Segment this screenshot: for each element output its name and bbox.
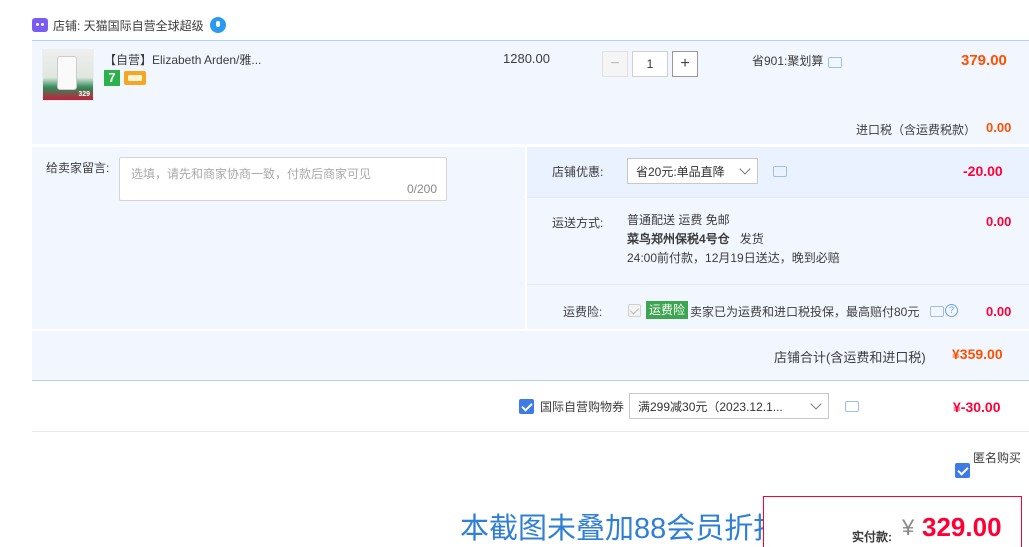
quantity-input[interactable]: 1: [632, 51, 668, 77]
coupon-selected: 满299减30元（2023.12.1...: [638, 399, 783, 414]
shop-subtotal-label: 店铺合计(含运费和进口税): [774, 350, 926, 365]
quantity-decrease-button[interactable]: −: [602, 51, 628, 77]
delivery-promise: 24:00前付款，12月19日送达，晚到必赔: [627, 251, 840, 265]
product-bottle-image: [57, 56, 77, 90]
coupon-checkbox[interactable]: [519, 399, 534, 414]
product-thumbnail[interactable]: 329: [42, 49, 94, 101]
quantity-stepper: − 1 +: [602, 51, 698, 77]
payment-currency: ¥: [902, 515, 915, 540]
anonymous-checkbox[interactable]: [955, 463, 970, 478]
coupon-label: 国际自营购物券: [540, 400, 625, 414]
shop-name[interactable]: 店铺: 天猫国际自营全球超级: [53, 17, 204, 34]
coupon-value: ¥-30.00: [953, 399, 1001, 415]
shipping-fee-value: 0.00: [986, 214, 1012, 229]
seven-day-return-badge: 7: [104, 70, 120, 86]
coupon-select[interactable]: 满299减30元（2023.12.1...: [629, 393, 829, 419]
watermark-note: 本截图未叠加88会员折扣: [460, 513, 783, 545]
insurance-label: 运费险:: [563, 305, 603, 319]
thumbnail-price: 329: [78, 91, 90, 98]
card-payment-icon: [124, 71, 146, 85]
message-label: 给卖家留言:: [46, 161, 110, 175]
shipping-method: 普通配送 运费 免邮: [627, 213, 730, 227]
help-icon[interactable]: ?: [945, 304, 958, 317]
message-placeholder: 选填，请先和商家协商一致，付款后商家可见: [131, 167, 372, 181]
shipping-details: 普通配送 运费 免邮 菜鸟郑州保税4号仓 发货 24:00前付款，12月19日送…: [627, 211, 840, 268]
import-tax-value: 0.00: [986, 120, 1012, 135]
insurance-checkbox[interactable]: [628, 304, 641, 317]
unit-price: 1280.00: [503, 51, 550, 66]
quantity-increase-button[interactable]: +: [672, 51, 698, 77]
chat-icon[interactable]: [773, 166, 787, 177]
chevron-down-icon: [739, 163, 751, 175]
chevron-down-icon: [810, 398, 822, 410]
promotion-saving: 省901:聚划算: [752, 52, 843, 69]
shop-discount-value: -20.00: [963, 163, 1003, 179]
import-tax-label: 进口税（含运费税款）: [856, 123, 977, 137]
shop-icon: [32, 18, 48, 32]
shipping-label: 运送方式:: [552, 216, 604, 230]
shop-discount-select[interactable]: 省20元:单品直降: [627, 158, 758, 184]
divider: [527, 284, 1029, 285]
payment-total: 329.00: [922, 512, 1002, 542]
product-title[interactable]: 【自营】Elizabeth Arden/雅...: [104, 51, 261, 68]
warehouse-suffix: 发货: [739, 232, 764, 246]
insurance-value: 0.00: [986, 304, 1012, 319]
warehouse-name: 菜鸟郑州保税4号仓: [627, 232, 730, 246]
message-char-count: 0/200: [406, 182, 437, 196]
seller-message-input[interactable]: 选填，请先和商家协商一致，付款后商家可见 0/200: [119, 157, 447, 201]
shop-discount-selected: 省20元:单品直降: [636, 164, 725, 179]
payment-label: 实付款:: [852, 530, 892, 544]
shop-discount-label: 店铺优惠:: [552, 165, 604, 179]
chat-icon[interactable]: [828, 57, 843, 68]
chat-icon[interactable]: [845, 401, 859, 412]
shop-header: 店铺: 天猫国际自营全球超级: [32, 14, 226, 36]
chat-icon[interactable]: [930, 306, 944, 317]
insurance-description: 卖家已为运费和进口税投保，最高赔付80元: [690, 305, 920, 319]
divider: [527, 197, 1029, 198]
divider: [32, 431, 1029, 432]
item-total-price: 379.00: [961, 52, 1007, 69]
insurance-tag: 运费险: [646, 301, 689, 319]
promotion-saving-label: 省901:聚划算: [752, 54, 824, 68]
shipping-warehouse: 菜鸟郑州保税4号仓 发货: [627, 230, 840, 249]
wangwang-chat-icon[interactable]: [209, 17, 226, 33]
anonymous-label[interactable]: 匿名购买: [973, 449, 1021, 466]
shop-subtotal-value: ¥359.00: [952, 346, 1003, 362]
